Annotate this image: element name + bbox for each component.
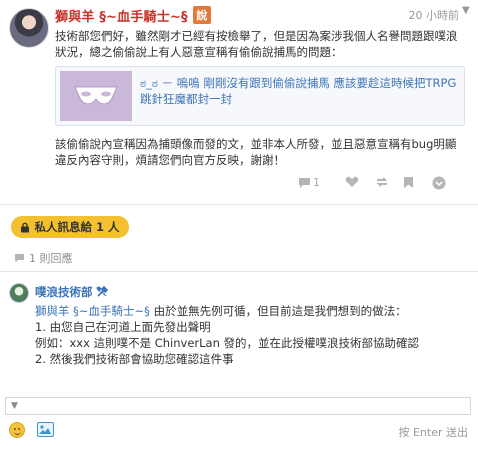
reply-line-1: 獅與羊 §~血手騎士~§ 由於並無先例可循，但目前這是我們想到的做法： <box>35 303 467 319</box>
link-title[interactable]: ಠ_ಠ － 嗚嗚 剛剛沒有跟到偷偷說捕馬 應該要趁這時候把TRPG跳針狂魔都封一… <box>140 75 458 107</box>
author-row: 獅與羊 §~血手騎士~§ 說 <box>55 6 211 25</box>
reply-count-row: 1 則回應 <box>14 250 73 266</box>
more-icon <box>432 176 446 190</box>
replurk-button[interactable] <box>375 176 389 188</box>
plurk-post: 獅與羊 §~血手騎士~§ 說 20 小時前 ▼ 技術部您們好，雖然剛才已經有按檢… <box>0 0 478 205</box>
reply-text: 獅與羊 §~血手騎士~§ 由於並無先例可循，但目前這是我們想到的做法： 1. 由… <box>35 303 467 367</box>
link-preview-card[interactable]: ಠ_ಠ － 嗚嗚 剛剛沒有跟到偷偷說捕馬 應該要趁這時候把TRPG跳針狂魔都封一… <box>55 66 465 126</box>
response-counter[interactable]: 1 <box>298 176 320 189</box>
reply-line-3: 例如：xxx 這則噗不是 ChinverLan 發的，並在此授權噗浪技術部協助確… <box>35 336 420 350</box>
qualifier-dropdown-icon[interactable]: ▼ <box>11 402 18 411</box>
reply-mention[interactable]: 獅與羊 §~血手騎士~§ <box>35 304 150 318</box>
replurk-icon <box>376 177 388 187</box>
post-actions: 1 <box>0 174 478 198</box>
reply-line-1-text: 由於並無先例可循，但目前這是我們想到的做法： <box>149 304 407 318</box>
reply-line-2: 1. 由您自己在河道上面先發出聲明 <box>35 320 211 334</box>
bookmark-icon <box>404 177 413 188</box>
response-count: 1 <box>313 176 320 189</box>
post-time: 20 小時前 <box>408 9 460 22</box>
heart-icon <box>345 176 359 187</box>
bookmark-button[interactable] <box>403 176 414 189</box>
reply-author-name[interactable]: 噗浪技術部 <box>35 284 93 300</box>
chevron-down-icon[interactable]: ▼ <box>462 6 472 16</box>
post-text: 技術部您們好，雖然剛才已經有按檢舉了，但是因為案涉我個人名譽問題跟噗浪狀況，總之… <box>55 29 458 59</box>
reply-author-avatar[interactable] <box>9 283 29 303</box>
tools-icon <box>95 286 108 297</box>
replies-divider <box>0 271 478 272</box>
comment-icon <box>299 177 310 188</box>
private-message-label: 私人訊息給 1 人 <box>34 220 120 234</box>
mask-icon <box>74 86 118 105</box>
reply-icon <box>15 254 24 263</box>
response-input[interactable]: ▼ <box>5 397 471 415</box>
author-name[interactable]: 獅與羊 §~血手騎士~§ <box>55 6 188 25</box>
emoji-icon[interactable] <box>9 422 25 438</box>
image-icon[interactable] <box>37 422 54 437</box>
qualifier-badge: 說 <box>192 6 211 24</box>
reply-author: 噗浪技術部 <box>35 284 108 300</box>
lock-icon <box>21 222 30 232</box>
more-button[interactable] <box>432 176 446 190</box>
post-text-continued: 該偷偷說內宣稱因為捕頭像而發的文，並非本人所發，並且惡意宣稱有bug明顯違反內容… <box>55 137 457 167</box>
like-button[interactable] <box>345 176 359 188</box>
enter-to-send-hint: 按 Enter 送出 <box>398 426 468 439</box>
post-divider <box>0 204 478 205</box>
reply-count-label: 1 則回應 <box>29 252 73 265</box>
private-message-pill[interactable]: 私人訊息給 1 人 <box>11 216 129 238</box>
link-thumbnail <box>60 71 132 121</box>
reply-line-4: 2. 然後我們技術部會協助您確認這件事 <box>35 352 234 366</box>
author-avatar[interactable] <box>9 8 49 48</box>
